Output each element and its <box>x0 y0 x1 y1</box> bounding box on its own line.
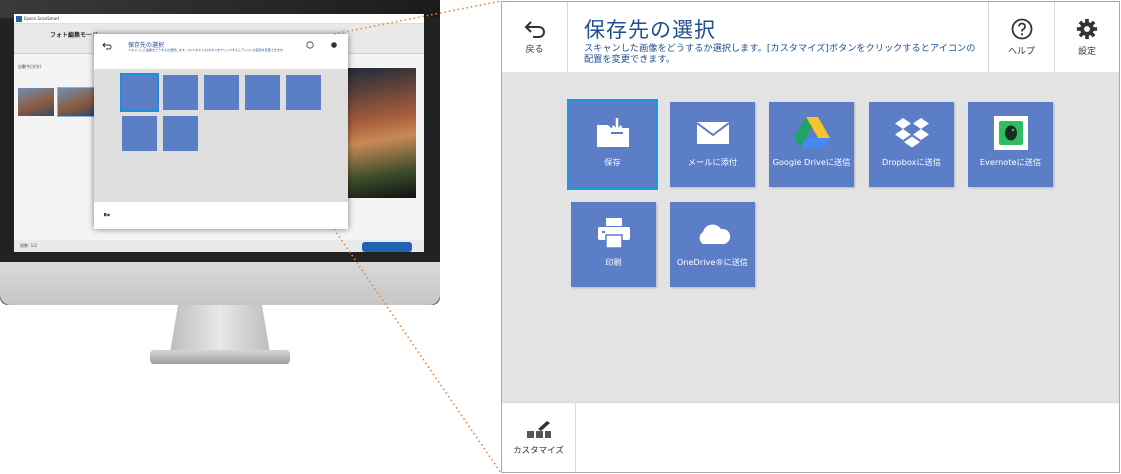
dialog-title: 保存先の選択 <box>584 18 716 42</box>
evernote-icon <box>991 116 1031 150</box>
dialog-footer: カスタマイズ <box>502 402 1119 472</box>
thumbnail-1[interactable] <box>18 88 54 116</box>
back-button[interactable]: 戻る <box>502 2 568 72</box>
customize-button[interactable]: カスタマイズ <box>502 403 576 472</box>
printer-icon <box>594 216 634 250</box>
auto-rotate-label: 自動今日付け <box>18 64 42 69</box>
mini-destination-grid <box>94 70 348 202</box>
mini-gear-icon <box>331 42 337 48</box>
mini-tile-evernote[interactable] <box>286 75 321 110</box>
monitor-screen: Epson ScanSmart フォト編集モード 自動今日付け 枚数: 1/2 … <box>14 14 424 252</box>
app-logo-icon <box>16 16 22 22</box>
help-button[interactable]: ヘルプ <box>988 2 1054 72</box>
help-icon <box>1011 18 1032 39</box>
tile-print[interactable]: 印刷 <box>571 202 656 287</box>
customize-button-label: カスタマイズ <box>513 446 564 456</box>
mini-tile-google-drive[interactable] <box>204 75 239 110</box>
mini-tile-print[interactable] <box>122 116 157 151</box>
mini-tile-mail[interactable] <box>163 75 198 110</box>
dropbox-icon <box>892 116 932 150</box>
mini-help-icon <box>306 41 314 49</box>
customize-icon <box>526 421 551 438</box>
mini-dialog-header: 保存先の選択 スキャンした画像をどうするか選択します。[カスタマイズ]ボタンをク… <box>94 34 348 70</box>
help-button-label: ヘルプ <box>1007 46 1035 57</box>
mini-dialog: 保存先の選択 スキャンした画像をどうするか選択します。[カスタマイズ]ボタンをク… <box>94 34 348 229</box>
primary-action-button[interactable] <box>362 242 412 252</box>
dialog-header: 戻る 保存先の選択 スキャンした画像をどうするか選択します。[カスタマイズ]ボタ… <box>502 2 1119 72</box>
settings-button[interactable]: 設定 <box>1054 2 1119 72</box>
tile-onedrive-label: OneDrive®に送信 <box>676 257 749 267</box>
mini-tile-dropbox[interactable] <box>245 75 280 110</box>
tile-dropbox[interactable]: Dropboxに送信 <box>869 102 954 187</box>
tile-google-drive-label: Google Driveに送信 <box>772 157 851 167</box>
mini-back-icon <box>102 42 112 50</box>
screenshot-stage: Epson ScanSmart フォト編集モード 自動今日付け 枚数: 1/2 … <box>0 0 1121 474</box>
tile-evernote[interactable]: Evernoteに送信 <box>968 102 1053 187</box>
mail-icon <box>693 116 733 150</box>
tile-google-drive[interactable]: Google Driveに送信 <box>769 102 854 187</box>
tile-save-label: 保存 <box>604 157 621 167</box>
monitor-base <box>150 350 290 364</box>
tile-mail[interactable]: メールに添付 <box>670 102 755 187</box>
thumbnail-2[interactable] <box>57 87 95 117</box>
back-arrow-icon <box>524 20 545 38</box>
app-title: Epson ScanSmart <box>24 16 60 21</box>
mini-customize-icon <box>104 213 110 217</box>
mini-dialog-subtitle: スキャンした画像をどうするか選択します。[カスタマイズ]ボタンをクリックするとア… <box>128 48 286 52</box>
tile-evernote-label: Evernoteに送信 <box>979 157 1042 167</box>
google-drive-icon <box>792 116 832 150</box>
onedrive-icon <box>693 216 733 250</box>
dialog-subtitle: スキャンした画像をどうするか選択します。[カスタマイズ]ボタンをクリックするとア… <box>584 43 976 65</box>
app-titlebar: Epson ScanSmart <box>14 14 424 24</box>
back-button-label: 戻る <box>525 44 544 55</box>
tile-mail-label: メールに添付 <box>687 157 738 167</box>
gear-icon <box>1076 18 1098 39</box>
mini-tile-save[interactable] <box>120 73 159 112</box>
monitor-stand <box>170 305 270 353</box>
preview-photo <box>344 68 416 198</box>
tile-onedrive[interactable]: OneDrive®に送信 <box>670 202 755 287</box>
settings-button-label: 設定 <box>1077 46 1096 57</box>
mode-title: フォト編集モード <box>50 32 99 39</box>
mini-dialog-footer <box>94 202 348 229</box>
imac-monitor: Epson ScanSmart フォト編集モード 自動今日付け 枚数: 1/2 … <box>0 0 440 305</box>
thumbnail-strip: 自動今日付け <box>18 64 98 226</box>
tile-save[interactable]: 保存 <box>567 99 658 190</box>
tile-print-label: 印刷 <box>605 257 622 267</box>
monitor-chin <box>0 262 440 305</box>
destination-grid: 保存 メールに添付 Google Driveに送信 Dropboxに送信 Eve… <box>502 72 1119 402</box>
folder-save-icon <box>593 116 633 150</box>
mini-tile-onedrive[interactable] <box>163 116 198 151</box>
destination-dialog: 戻る 保存先の選択 スキャンした画像をどうするか選択します。[カスタマイズ]ボタ… <box>501 1 1120 473</box>
tile-dropbox-label: Dropboxに送信 <box>881 157 942 167</box>
